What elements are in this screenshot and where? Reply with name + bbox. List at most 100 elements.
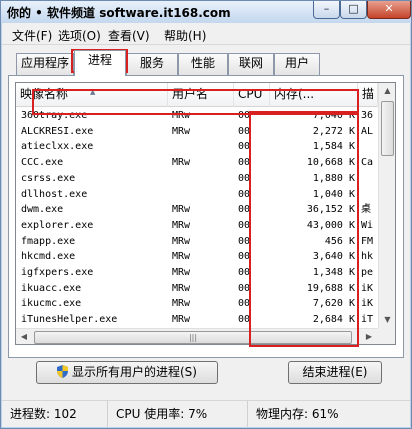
process-user: MRw (172, 204, 191, 216)
process-user: MRw (172, 125, 191, 137)
column-memory[interactable]: 内存(... (270, 83, 358, 107)
process-memory: 10,668 K (306, 157, 355, 169)
process-memory: 7,040 K (312, 110, 355, 121)
tab-services[interactable]: 服务 (126, 53, 178, 75)
horizontal-scroll-thumb[interactable]: ||| (34, 331, 352, 344)
process-name: ikucmc.exe (21, 298, 82, 310)
vertical-scrollbar[interactable]: ▲ ▼ (378, 83, 395, 329)
tab-users[interactable]: 用户 (274, 53, 320, 75)
process-row[interactable]: ikuacc.exe MRw 00 19,688 K iK (16, 281, 378, 297)
title-bar[interactable]: 你的 • 软件频道 software.it168.com – □ ✕ (1, 1, 411, 23)
process-description (361, 139, 377, 155)
process-row[interactable]: CCC.exe MRw 00 10,668 K Ca (16, 155, 378, 171)
process-memory: 3,640 K (312, 251, 355, 263)
process-name: iTunesHelper.exe (21, 314, 118, 326)
close-button[interactable]: ✕ (367, 1, 411, 19)
process-name: fmapp.exe (21, 235, 76, 247)
menu-options[interactable]: 选项(O) (58, 27, 101, 44)
scroll-left-icon[interactable]: ◀ (16, 329, 32, 344)
process-user: MRw (172, 157, 191, 169)
process-cpu: 00 (238, 188, 251, 200)
show-all-users-processes-button[interactable]: 显示所有用户的进程(S) (36, 361, 218, 384)
process-user (172, 187, 232, 203)
process-name: 360tray.exe (21, 110, 88, 121)
process-row[interactable]: 360tray.exe MRw 00 7,040 K 36 (16, 108, 378, 124)
end-process-button[interactable]: 结束进程(E) (288, 361, 382, 384)
process-description: iK (361, 282, 374, 294)
vertical-scroll-thumb[interactable] (381, 101, 394, 156)
column-image-name-label: 映像名称 (20, 87, 69, 101)
scroll-corner (378, 328, 395, 344)
process-cpu: 00 (238, 235, 251, 247)
process-memory: 2,684 K (312, 314, 355, 326)
status-process-count: 进程数: 102 (2, 401, 108, 428)
process-description: hk (361, 251, 374, 263)
tab-applications[interactable]: 应用程序 (16, 53, 74, 75)
maximize-button[interactable]: □ (340, 1, 367, 19)
menu-view[interactable]: 查看(V) (108, 27, 150, 44)
process-description: iK (361, 298, 374, 310)
process-row[interactable]: hkcmd.exe MRw 00 3,640 K hk (16, 249, 378, 265)
minimize-button[interactable]: – (313, 1, 340, 19)
process-cpu: 00 (238, 267, 251, 278)
process-name: dwm.exe (21, 204, 64, 216)
scroll-down-icon[interactable]: ▼ (380, 312, 395, 328)
column-user[interactable]: 用户名 (168, 83, 234, 107)
column-image-name[interactable]: ▲ 映像名称 (16, 83, 168, 107)
process-memory: 456 K (324, 235, 355, 247)
tab-performance[interactable]: 性能 (178, 53, 228, 75)
process-description: AL (361, 125, 374, 137)
show-all-label: 显示所有用户的进程(S) (72, 365, 197, 379)
process-cpu: 00 (238, 172, 251, 184)
process-row[interactable]: csrss.exe 00 1,880 K (16, 171, 378, 187)
process-description: 36 (361, 110, 374, 121)
client-area: 应用程序 进程 服务 性能 联网 用户 ▲ 映像名称 用户名 CPU 内存(..… (2, 45, 410, 400)
process-name: csrss.exe (21, 172, 76, 184)
process-name: dllhost.exe (21, 188, 88, 200)
column-cpu[interactable]: CPU (234, 83, 270, 107)
process-description: 桌 (361, 204, 371, 216)
menu-help[interactable]: 帮助(H) (164, 27, 206, 44)
process-memory: 1,040 K (312, 188, 355, 200)
horizontal-scrollbar[interactable]: ◀ ||| ▶ (16, 328, 378, 344)
process-list[interactable]: ▲ 映像名称 用户名 CPU 内存(... 描 360tray.exe MRw 00… (15, 82, 396, 345)
process-row[interactable]: iTunesHelper.exe MRw 00 2,684 K iT (16, 312, 378, 328)
process-user: MRw (172, 282, 191, 294)
tab-networking[interactable]: 联网 (228, 53, 274, 75)
process-row[interactable]: dwm.exe MRw 00 36,152 K 桌 (16, 202, 378, 218)
process-cpu: 00 (238, 251, 251, 263)
process-description: FM (361, 235, 374, 247)
process-row[interactable]: atieclxx.exe 00 1,584 K (16, 139, 378, 155)
menu-bar: 文件(F) 选项(O) 查看(V) 帮助(H) (2, 23, 410, 45)
process-name: atieclxx.exe (21, 141, 94, 153)
process-row[interactable]: fmapp.exe MRw 00 456 K FM (16, 234, 378, 250)
process-name: igfxpers.exe (21, 267, 94, 278)
scroll-right-icon[interactable]: ▶ (361, 329, 377, 344)
process-row[interactable]: explorer.exe MRw 00 43,000 K Wi (16, 218, 378, 234)
process-user (172, 171, 232, 187)
process-cpu: 00 (238, 125, 251, 137)
status-physical-memory: 物理内存: 61% (256, 407, 339, 421)
process-memory: 2,272 K (312, 125, 355, 137)
status-bar: 进程数: 102 CPU 使用率: 7% 物理内存: 61% (2, 400, 410, 428)
process-memory: 43,000 K (306, 219, 355, 231)
column-description[interactable]: 描 (358, 83, 378, 107)
process-row[interactable]: igfxpers.exe MRw 00 1,348 K pe (16, 265, 378, 281)
process-memory: 36,152 K (306, 204, 355, 216)
process-row[interactable]: ALCKRESI.exe MRw 00 2,272 K AL (16, 124, 378, 140)
menu-file[interactable]: 文件(F) (12, 27, 52, 44)
process-description: pe (361, 267, 374, 278)
scroll-up-icon[interactable]: ▲ (380, 83, 395, 99)
process-description (361, 187, 377, 203)
process-name: ALCKRESI.exe (21, 125, 94, 137)
process-cpu: 00 (238, 298, 251, 310)
process-description: Ca (361, 157, 374, 169)
process-user: MRw (172, 219, 191, 231)
process-row[interactable]: dllhost.exe 00 1,040 K (16, 187, 378, 203)
uac-shield-icon (57, 365, 68, 378)
process-row[interactable]: ikucmc.exe MRw 00 7,620 K iK (16, 296, 378, 312)
window-title: 你的 • 软件频道 software.it168.com (7, 6, 231, 20)
process-description: Wi (361, 219, 374, 231)
process-user: MRw (172, 267, 191, 278)
tab-processes[interactable]: 进程 (74, 50, 126, 76)
